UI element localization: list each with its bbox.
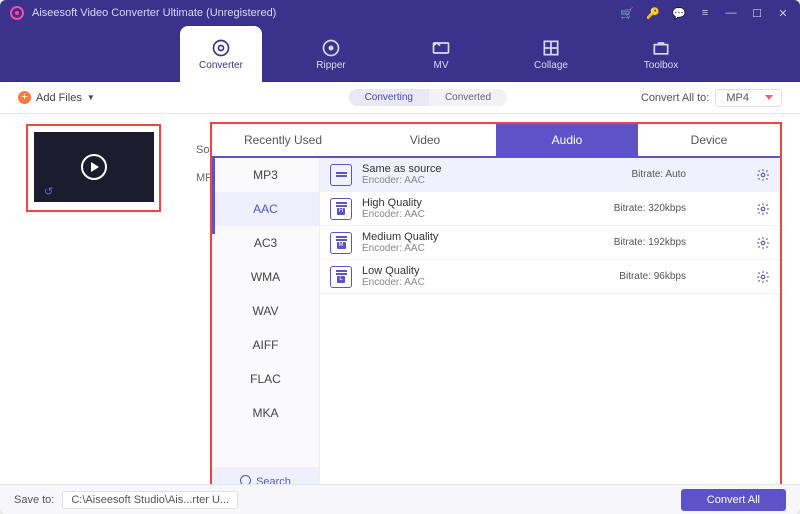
- video-thumbnail[interactable]: ↺: [34, 132, 154, 202]
- tab-ripper[interactable]: Ripper: [290, 26, 372, 82]
- preset-row[interactable]: L Low QualityEncoder: AAC Bitrate: 96kbps: [320, 260, 780, 294]
- preset-row[interactable]: H High QualityEncoder: AAC Bitrate: 320kbp…: [320, 192, 780, 226]
- collage-icon: [541, 38, 561, 58]
- save-path-field[interactable]: C:\Aiseesoft Studio\Ais...rter U...: [62, 491, 238, 509]
- codec-flac[interactable]: FLAC: [212, 362, 319, 396]
- maximize-icon[interactable]: ☐: [750, 7, 764, 20]
- convert-all-to: Convert All to: MP4: [641, 89, 782, 107]
- ripper-icon: [321, 38, 341, 58]
- panel-tab-video[interactable]: Video: [354, 124, 496, 156]
- loop-icon: ↺: [44, 185, 53, 198]
- preset-icon: L: [330, 266, 352, 288]
- preset-encoder: Encoder: AAC: [362, 209, 425, 221]
- close-icon[interactable]: ✕: [776, 7, 790, 20]
- tab-ripper-label: Ripper: [316, 60, 345, 71]
- preset-title: High Quality: [362, 197, 425, 209]
- preset-bitrate: Bitrate: 96kbps: [619, 271, 686, 282]
- codec-wav[interactable]: WAV: [212, 294, 319, 328]
- pill-converting[interactable]: Converting: [349, 89, 429, 106]
- preset-title: Same as source: [362, 163, 441, 175]
- preset-bitrate: Bitrate: 320kbps: [614, 203, 686, 214]
- convert-all-format-select[interactable]: MP4: [715, 89, 782, 107]
- codec-list: MP3 AAC AC3 WMA WAV AIFF FLAC MKA Search: [212, 158, 320, 496]
- tab-toolbox[interactable]: Toolbox: [620, 26, 702, 82]
- preset-encoder: Encoder: AAC: [362, 277, 425, 289]
- preset-encoder: Encoder: AAC: [362, 175, 441, 187]
- format-panel: Recently Used Video Audio Device MP3 AAC…: [210, 122, 782, 498]
- gear-icon[interactable]: [756, 168, 770, 182]
- toolbox-icon: [651, 38, 671, 58]
- body-area: ↺ Source MP3 Recently Used Video Audio D…: [0, 114, 800, 484]
- sub-bar: + Add Files ▼ Converting Converted Conve…: [0, 82, 800, 114]
- preset-row[interactable]: M Medium QualityEncoder: AAC Bitrate: 192k…: [320, 226, 780, 260]
- status-filter: Converting Converted: [349, 89, 508, 106]
- play-icon: [81, 154, 107, 180]
- tab-collage[interactable]: Collage: [510, 26, 592, 82]
- dropdown-caret-icon: [765, 95, 773, 100]
- minimize-icon[interactable]: ―: [724, 7, 738, 20]
- convert-all-label: Convert All to:: [641, 92, 709, 104]
- preset-encoder: Encoder: AAC: [362, 243, 438, 255]
- key-icon[interactable]: 🔑: [646, 7, 660, 20]
- codec-mka[interactable]: MKA: [212, 396, 319, 430]
- preset-icon: M: [330, 232, 352, 254]
- tab-mv-label: MV: [434, 60, 449, 71]
- tab-toolbox-label: Toolbox: [644, 60, 678, 71]
- cart-icon[interactable]: 🛒: [620, 7, 634, 20]
- tab-collage-label: Collage: [534, 60, 568, 71]
- gear-icon[interactable]: [756, 270, 770, 284]
- codec-aiff[interactable]: AIFF: [212, 328, 319, 362]
- preset-row[interactable]: Same as sourceEncoder: AAC Bitrate: Auto: [320, 158, 780, 192]
- tab-converter-label: Converter: [199, 60, 243, 71]
- preset-title: Medium Quality: [362, 231, 438, 243]
- panel-tab-recent[interactable]: Recently Used: [212, 124, 354, 156]
- codec-aac[interactable]: AAC: [212, 192, 319, 226]
- tab-mv[interactable]: MV: [400, 26, 482, 82]
- mv-icon: [431, 38, 451, 58]
- menu-icon[interactable]: ≡: [698, 7, 712, 20]
- preset-bitrate: Bitrate: Auto: [632, 169, 686, 180]
- tab-converter[interactable]: Converter: [180, 26, 262, 82]
- converter-icon: [211, 38, 231, 58]
- titlebar: Aiseesoft Video Converter Ultimate (Unre…: [0, 0, 800, 26]
- add-files-label: Add Files: [36, 92, 82, 104]
- plus-icon: +: [18, 91, 31, 104]
- main-nav: Converter Ripper MV Collage Toolbox: [0, 26, 800, 82]
- preset-list: Same as sourceEncoder: AACBitrate: AutoH…: [320, 158, 780, 496]
- add-files-button[interactable]: + Add Files ▼: [18, 91, 95, 104]
- convert-all-button[interactable]: Convert All: [681, 489, 786, 511]
- codec-ac3[interactable]: AC3: [212, 226, 319, 260]
- save-to-label: Save to:: [14, 494, 54, 506]
- codec-mp3[interactable]: MP3: [212, 158, 319, 192]
- codec-wma[interactable]: WMA: [212, 260, 319, 294]
- pill-converted[interactable]: Converted: [429, 89, 507, 106]
- chevron-down-icon: ▼: [87, 93, 95, 102]
- preset-icon: H: [330, 198, 352, 220]
- preset-icon: [330, 164, 352, 186]
- gear-icon[interactable]: [756, 202, 770, 216]
- panel-tab-device[interactable]: Device: [638, 124, 780, 156]
- video-item-highlight: ↺: [26, 124, 161, 212]
- bottom-bar: Save to: C:\Aiseesoft Studio\Ais...rter …: [0, 484, 800, 514]
- app-title: Aiseesoft Video Converter Ultimate (Unre…: [32, 7, 276, 19]
- app-logo: [10, 6, 24, 20]
- convert-all-format-value: MP4: [726, 92, 749, 104]
- gear-icon[interactable]: [756, 236, 770, 250]
- preset-title: Low Quality: [362, 265, 425, 277]
- panel-tab-audio[interactable]: Audio: [496, 124, 638, 156]
- feedback-icon[interactable]: 💬: [672, 7, 686, 20]
- preset-bitrate: Bitrate: 192kbps: [614, 237, 686, 248]
